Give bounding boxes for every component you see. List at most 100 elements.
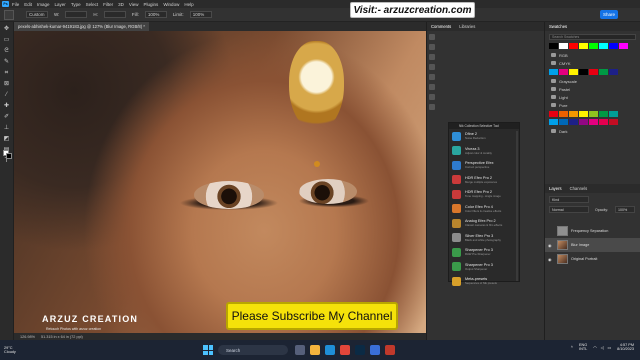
menu-type[interactable]: Type <box>71 2 81 7</box>
visibility-icon[interactable]: ◉ <box>548 257 554 262</box>
menu-edit[interactable]: Edit <box>24 2 32 7</box>
menu-image[interactable]: Image <box>37 2 50 7</box>
plugin-item[interactable]: Viveza 3 Adjust color & tonality <box>449 144 519 159</box>
plugin-item[interactable]: Sharpener Pro 3 Output Sharpener <box>449 260 519 275</box>
character-icon[interactable] <box>429 74 435 80</box>
limit-field[interactable]: 100% <box>189 11 212 18</box>
swatch[interactable] <box>559 43 568 49</box>
nik-collection-icon[interactable] <box>429 104 435 110</box>
windows-start-icon[interactable] <box>203 345 213 355</box>
swatch[interactable] <box>569 119 578 125</box>
swatch[interactable] <box>599 69 608 75</box>
swatch[interactable] <box>589 119 598 125</box>
history-icon[interactable] <box>429 34 435 40</box>
frame-tool-icon[interactable]: ⊠ <box>3 80 11 88</box>
swatch[interactable] <box>549 43 558 49</box>
quick-select-tool-icon[interactable]: ✎ <box>3 58 11 66</box>
menu-window[interactable]: Window <box>163 2 179 7</box>
plugin-item[interactable]: HDR Efex Pro 2 Tone mapping - single imag… <box>449 187 519 202</box>
marquee-tool-icon[interactable]: ▭ <box>3 36 11 44</box>
layer-row[interactable]: Frequency Separation <box>545 224 640 238</box>
background-color-swatch[interactable] <box>6 153 12 159</box>
swatch[interactable] <box>609 69 618 75</box>
swatch[interactable] <box>599 111 608 117</box>
battery-icon[interactable]: ▭ <box>608 345 612 350</box>
swatch[interactable] <box>579 111 588 117</box>
menu-help[interactable]: Help <box>184 2 193 7</box>
plugin-item[interactable]: Sharpener Pro 3 RAW Pre-Sharpener <box>449 245 519 260</box>
taskbar-search-input[interactable]: Search <box>218 345 288 355</box>
layer-row[interactable]: ◉ Original Portrait <box>545 252 640 266</box>
fill-field[interactable]: 100% <box>144 11 167 18</box>
blend-mode-select[interactable]: Normal <box>549 206 589 213</box>
clone-stamp-tool-icon[interactable]: ⊥ <box>3 124 11 132</box>
plugin-item[interactable]: HDR Efex Pro 2 Merge multiple exposures <box>449 173 519 188</box>
visibility-icon[interactable]: ◉ <box>548 243 554 248</box>
swatch[interactable] <box>579 69 588 75</box>
swatch-folder-dark[interactable]: Dark <box>545 127 640 135</box>
plugin-item[interactable]: Silver Efex Pro 3 Black and white photogr… <box>449 231 519 246</box>
edge-icon[interactable] <box>325 345 335 355</box>
swatch[interactable] <box>609 43 618 49</box>
plugin-item[interactable]: Meta-presets Sequences of Nik presets <box>449 274 519 289</box>
zoom-level[interactable]: 126.98% <box>20 335 35 339</box>
brushes-icon[interactable] <box>429 64 435 70</box>
swatch-folder-light[interactable]: Light <box>545 93 640 101</box>
share-button[interactable]: Share <box>600 10 618 19</box>
current-tool-icon[interactable] <box>4 9 14 20</box>
move-tool-icon[interactable]: ✥ <box>3 25 11 33</box>
swatch[interactable] <box>599 43 608 49</box>
lasso-tool-icon[interactable]: ᘓ <box>3 47 11 55</box>
menu-view[interactable]: View <box>129 2 139 7</box>
tab-channels[interactable]: Channels <box>566 186 592 191</box>
glyphs-icon[interactable] <box>429 94 435 100</box>
swatch[interactable] <box>599 119 608 125</box>
swatch[interactable] <box>559 69 568 75</box>
swatch[interactable] <box>559 111 568 117</box>
swatch[interactable] <box>549 111 558 117</box>
language-indicator[interactable]: ENG INTL <box>579 343 587 351</box>
menu-file[interactable]: File <box>12 2 19 7</box>
document-tab[interactable]: pexels-abhishek-kumar-9419183.jpg @ 127%… <box>14 22 149 31</box>
swatch-folder-grayscale[interactable]: Grayscale <box>545 77 640 85</box>
file-explorer-icon[interactable] <box>310 345 320 355</box>
opacity-field[interactable]: 100% <box>615 206 635 213</box>
swatch[interactable] <box>549 69 558 75</box>
swatch[interactable] <box>579 43 588 49</box>
menu-plugins[interactable]: Plugins <box>144 2 159 7</box>
recorder-icon[interactable] <box>385 345 395 355</box>
swatch[interactable] <box>569 111 578 117</box>
swatch[interactable] <box>589 111 598 117</box>
plugin-scrollbar[interactable] <box>516 131 518 281</box>
swatch[interactable] <box>579 119 588 125</box>
photoshop-taskbar-icon[interactable] <box>355 345 365 355</box>
plugin-item[interactable]: Color Efex Pro 4 Color filters & creative… <box>449 202 519 217</box>
tab-layers[interactable]: Layers <box>545 186 566 191</box>
clock[interactable]: 4:57 PM 8/10/2023 <box>617 343 634 351</box>
swatch[interactable] <box>589 69 598 75</box>
tab-libraries[interactable]: Libraries <box>455 24 479 29</box>
swatch[interactable] <box>609 119 618 125</box>
adjustments-icon[interactable] <box>429 54 435 60</box>
tab-comments[interactable]: Comments <box>427 24 455 29</box>
paragraph-icon[interactable] <box>429 84 435 90</box>
weather-widget[interactable]: 29°C Cloudy <box>4 346 16 354</box>
eraser-tool-icon[interactable]: ◩ <box>3 135 11 143</box>
wifi-icon[interactable]: ◠ <box>593 345 596 350</box>
swatch[interactable] <box>549 119 558 125</box>
menu-layer[interactable]: Layer <box>55 2 66 7</box>
plugin-item[interactable]: Dfine 2 Noise Reduction <box>449 129 519 144</box>
layer-filter-kind[interactable]: Kind <box>549 196 589 203</box>
swatch-folder-cmyk[interactable]: CMYK <box>545 59 640 67</box>
volume-icon[interactable]: ◁ <box>601 345 604 350</box>
height-field[interactable] <box>103 11 126 18</box>
swatch[interactable] <box>569 69 578 75</box>
image-canvas[interactable] <box>14 31 426 333</box>
menu-filter[interactable]: Filter <box>103 2 113 7</box>
task-view-icon[interactable] <box>295 345 305 355</box>
plugin-item[interactable]: Analog Efex Pro 2 Classic cameras & film … <box>449 216 519 231</box>
crop-tool-icon[interactable]: ⌗ <box>3 69 11 77</box>
swatches-search-input[interactable]: Search Swatches <box>549 34 636 40</box>
swatch[interactable] <box>559 119 568 125</box>
swatches-tab[interactable]: Swatches <box>545 22 640 31</box>
